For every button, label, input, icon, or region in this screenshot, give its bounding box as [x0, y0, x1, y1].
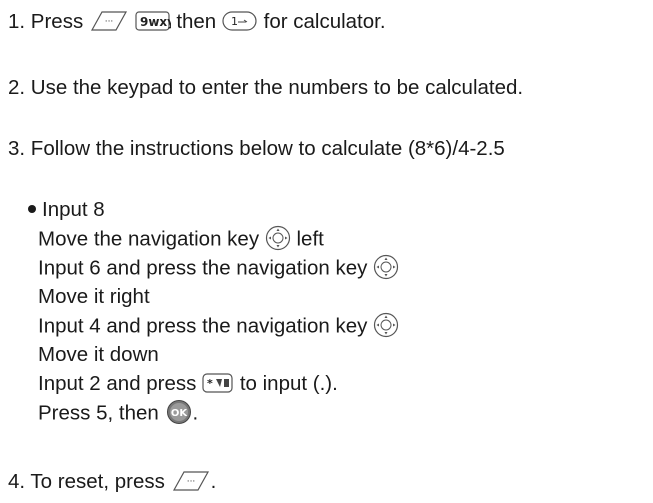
sub-step-5: Input 4 and press the navigation key [38, 312, 399, 340]
svg-text:···: ··· [105, 17, 114, 27]
nine-key-label: 9wxyz [140, 15, 171, 29]
one-key-icon: 1 [222, 10, 257, 31]
sub-step-6: Move it down [38, 343, 159, 366]
svg-text:···: ··· [186, 477, 195, 487]
sub-step-2: Move the navigation key left [38, 225, 324, 253]
step-1-text-a: 1. Press [8, 10, 84, 33]
step-2: 2. Use the keypad to enter the numbers t… [8, 76, 524, 99]
sub-step-3: Input 6 and press the navigation key [38, 254, 399, 282]
step-3: 3. Follow the instructions below to calc… [8, 137, 505, 160]
nine-key-icon: 9wxyz [135, 10, 171, 31]
ok-key-icon: OK [166, 400, 191, 424]
bullet-icon [28, 204, 36, 213]
star-key-icon: * [202, 372, 233, 393]
sub-step-8: Press 5, then OK . [38, 400, 198, 427]
ok-key-label: OK [170, 408, 188, 419]
sub-step-1: Input 8 [28, 198, 105, 222]
menu-key-icon: ··· [90, 10, 127, 31]
step-1: 1. Press ··· 9wxyz then 1 for calculator… [8, 10, 386, 35]
one-key-label: 1 [231, 15, 238, 28]
step-4: 4. To reset, press ··· . [8, 470, 217, 493]
star-key-label: * [207, 377, 213, 390]
navigation-key-icon [373, 312, 399, 338]
step-1-text-c: for calculator. [263, 10, 386, 33]
menu-key-icon: ··· [172, 470, 209, 491]
navigation-key-icon [265, 225, 290, 251]
navigation-key-icon [373, 254, 399, 280]
step-1-text-b: then [176, 10, 217, 33]
sub-step-7: Input 2 and press * to input (.). [38, 372, 338, 395]
sub-step-4: Move it right [38, 285, 150, 308]
